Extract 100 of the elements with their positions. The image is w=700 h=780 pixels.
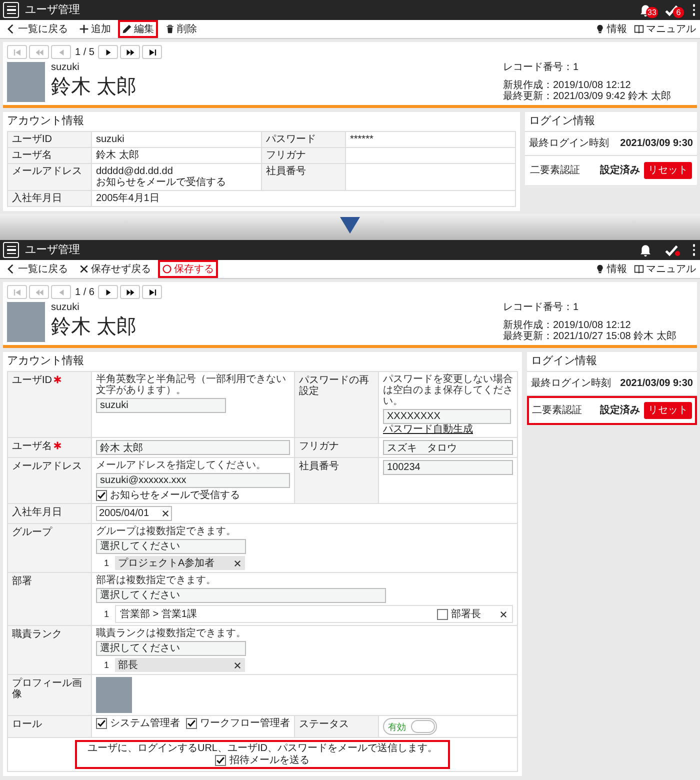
more-button[interactable]	[691, 2, 697, 18]
table-cell: 鈴木 太郎	[92, 148, 262, 164]
section-title: ログイン情報	[527, 352, 697, 372]
page-title: ユーザ管理	[25, 244, 80, 256]
bell-icon	[639, 244, 652, 256]
hint-text: 半角英数字と半角記号（一部利用できない文字があります）。	[96, 374, 287, 396]
bulb-icon	[595, 24, 605, 34]
toolbar-button[interactable]: 情報	[593, 264, 629, 274]
menu-button[interactable]	[3, 2, 19, 18]
generate-password-link[interactable]: パスワード自動生成	[383, 424, 473, 435]
text-input[interactable]: suzuki@xxxxxx.xxx	[96, 473, 290, 488]
clear-icon[interactable]	[161, 509, 170, 518]
field-label: メールアドレス	[12, 461, 82, 472]
rewind-icon	[34, 288, 44, 296]
next-icon	[104, 48, 113, 56]
text-input[interactable]: suzuki	[96, 398, 226, 413]
remove-icon[interactable]	[233, 660, 242, 670]
reset-button[interactable]: リセット	[644, 402, 692, 419]
checkbox-label: 招待メールを送る	[229, 755, 310, 766]
pager-button[interactable]	[120, 285, 140, 299]
select-field[interactable]: 選択してください	[96, 641, 246, 656]
item-label: プロジェクトA参加者	[118, 558, 215, 568]
photo-placeholder	[7, 302, 45, 342]
record-number: レコード番号：1	[503, 302, 580, 313]
text-input[interactable]: 100234	[383, 460, 513, 475]
user-id: suzuki	[51, 302, 80, 314]
hint-text: 部署は複数指定できます。	[96, 575, 216, 586]
pager-button[interactable]	[98, 285, 118, 299]
cross-icon	[79, 264, 89, 274]
hint-text: パスワードを変更しない場合は空白のまま保存してください。	[383, 374, 513, 407]
remove-icon[interactable]	[499, 610, 508, 618]
more-button[interactable]	[691, 242, 697, 258]
checkbox[interactable]	[186, 718, 197, 729]
page-indicator: 1 / 5	[74, 46, 96, 58]
check-icon	[187, 719, 196, 728]
table-cell: パスワード	[262, 132, 346, 148]
status-text: 設定済み	[600, 405, 640, 416]
checkbox[interactable]	[96, 490, 107, 501]
reset-button[interactable]: リセット	[644, 162, 692, 179]
hint-text: グループは複数指定できます。	[96, 526, 236, 537]
plus-icon	[79, 24, 89, 34]
pager-button[interactable]	[142, 285, 162, 299]
menu-button[interactable]	[3, 242, 19, 258]
pencil-icon	[122, 24, 132, 34]
field-label: ユーザID	[12, 375, 52, 386]
last-page-icon	[148, 288, 157, 296]
toolbar-button[interactable]: 一覧に戻る	[2, 20, 72, 38]
field-label: 部署	[12, 576, 32, 587]
toolbar-button[interactable]: 保存する	[158, 260, 218, 278]
pager-button[interactable]	[98, 45, 118, 59]
toolbar-button[interactable]: 削除	[161, 20, 201, 38]
text-input[interactable]: スズキ タロウ	[383, 440, 513, 455]
field-label: フリガナ	[299, 441, 339, 452]
select-field[interactable]: 選択してください	[96, 539, 246, 554]
pager-button[interactable]	[120, 45, 140, 59]
checkbox[interactable]	[437, 608, 448, 620]
text-input[interactable]: 鈴木 太郎	[96, 440, 290, 455]
check-icon	[216, 756, 226, 765]
field-label: グループ	[12, 527, 52, 538]
checkbox[interactable]	[96, 718, 107, 729]
previous-icon	[56, 48, 66, 56]
hint-text: メールアドレスを指定してください。	[96, 460, 266, 471]
table-cell: ******	[346, 132, 516, 148]
toolbar-button[interactable]: 保存せず戻る	[75, 260, 155, 278]
tasks-button[interactable]: 6	[665, 2, 685, 18]
section-title: ログイン情報	[525, 112, 697, 132]
pager-button[interactable]	[142, 45, 162, 59]
check-icon	[97, 719, 106, 728]
toolbar-button[interactable]: 一覧に戻る	[2, 260, 72, 278]
remove-icon[interactable]	[233, 558, 242, 568]
date-field[interactable]: 2005/04/01	[96, 506, 172, 521]
toolbar-button[interactable]: 追加	[75, 20, 115, 38]
previous-icon	[56, 288, 66, 296]
invite-message: ユーザに、ログインするURL、ユーザID、パスワードをメールで送信します。	[87, 743, 438, 754]
required-icon	[53, 441, 62, 450]
table-cell: suzuki	[92, 132, 262, 148]
table-cell: フリガナ	[262, 148, 346, 164]
field-label: 二要素認証	[532, 405, 582, 416]
notifications-button[interactable]: 33	[639, 2, 659, 18]
first-page-icon	[12, 48, 22, 56]
toolbar-button[interactable]: 情報	[593, 24, 629, 34]
table-cell: 2005年4月1日	[92, 191, 516, 207]
status-text: 設定済み	[600, 165, 640, 176]
list-index: 1	[104, 608, 110, 620]
toolbar-button[interactable]: マニュアル	[632, 24, 698, 34]
toggle-switch[interactable]: 有効	[383, 718, 437, 735]
field-label: ユーザ名	[12, 441, 52, 452]
count-badge: 6	[673, 7, 684, 18]
password-input[interactable]: XXXXXXXX	[383, 409, 511, 424]
bulb-icon	[595, 264, 605, 274]
checkbox[interactable]	[215, 755, 226, 766]
user-name: 鈴木 太郎	[51, 315, 137, 340]
circle-icon	[162, 264, 172, 274]
toolbar-button[interactable]: マニュアル	[632, 264, 698, 274]
book-icon	[634, 264, 644, 274]
page-indicator: 1 / 6	[74, 286, 96, 298]
photo-placeholder	[96, 677, 132, 713]
section-title: アカウント情報	[6, 114, 85, 129]
toolbar-button[interactable]: 編集	[118, 20, 158, 38]
select-field[interactable]: 選択してください	[96, 588, 386, 603]
